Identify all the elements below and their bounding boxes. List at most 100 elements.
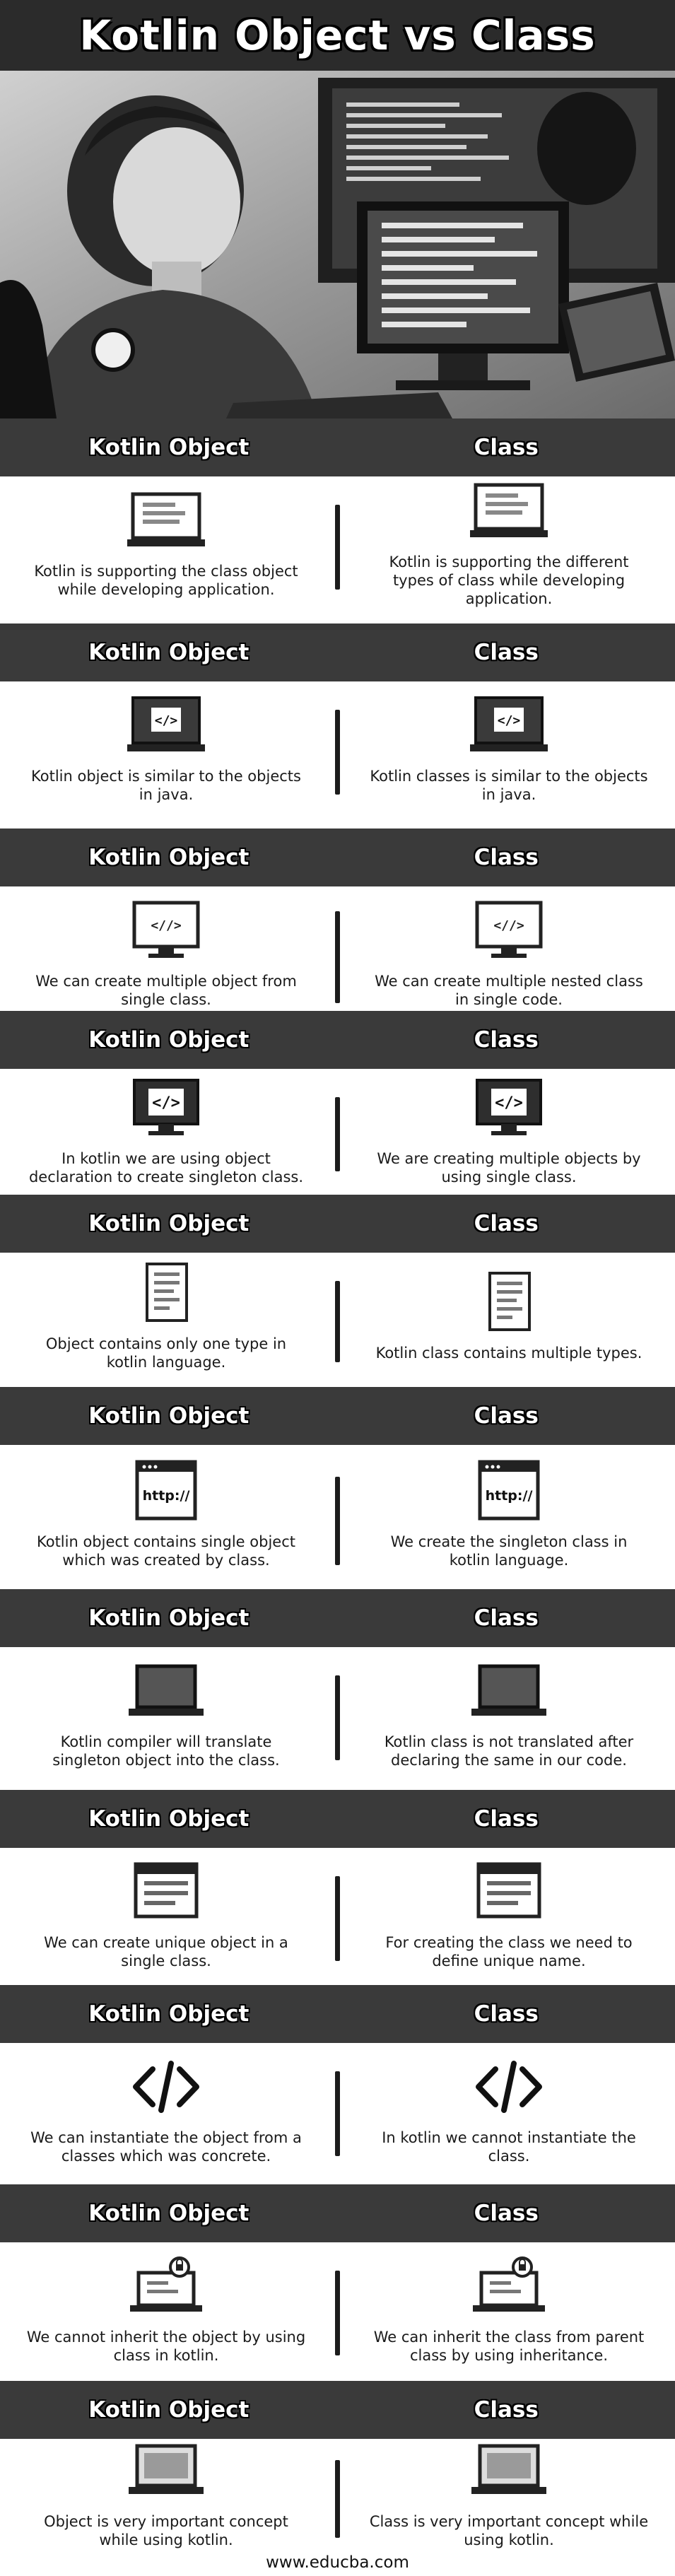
class-cell: </> Kotlin classes is similar to the obj…	[343, 681, 675, 816]
object-description: Kotlin is supporting the class object wh…	[34, 563, 298, 598]
object-description: We can create unique object in a single …	[44, 1934, 288, 1969]
row-divider	[335, 505, 340, 590]
class-cell: </> We are creating multiple objects by …	[343, 1069, 675, 1193]
header-class: Class	[474, 1806, 539, 1832]
object-cell: Object is very important concept while u…	[0, 2439, 332, 2548]
locked-laptop-icon	[470, 2254, 548, 2318]
class-description: In kotlin we cannot instantiate the clas…	[382, 2129, 636, 2165]
class-cell: For creating the class we need to define…	[343, 1848, 675, 1982]
comparison-row: <//> We can create multiple object from …	[0, 886, 675, 1021]
developer-at-computer-illustration	[0, 71, 675, 418]
comparison-header: Kotlin Object Class	[0, 1195, 675, 1253]
object-cell: Kotlin compiler will translate singleton…	[0, 1647, 332, 1781]
row-divider	[335, 1876, 340, 1961]
object-description: Object contains only one type in kotlin …	[45, 1335, 287, 1371]
object-description: In kotlin we are using object declaratio…	[28, 1149, 304, 1185]
object-cell: http:// Kotlin object contains single ob…	[0, 1445, 332, 1583]
header-class: Class	[474, 845, 539, 870]
object-cell: We can create unique object in a single …	[0, 1848, 332, 1982]
laptop-icon	[470, 1659, 548, 1723]
object-cell: We cannot inherit the object by using cl…	[0, 2242, 332, 2377]
header-class: Class	[474, 435, 539, 460]
comparison-row: Kotlin compiler will translate singleton…	[0, 1647, 675, 1781]
class-cell: We can inherit the class from parent cla…	[343, 2242, 675, 2377]
row-divider	[335, 1675, 340, 1760]
object-cell: <//> We can create multiple object from …	[0, 886, 332, 1021]
browser-window-icon	[470, 1860, 548, 1924]
header-class: Class	[474, 1403, 539, 1429]
header-class: Class	[474, 1605, 539, 1631]
header-kotlin-object: Kotlin Object	[88, 1403, 250, 1429]
object-description: Kotlin object is similar to the objects …	[31, 768, 301, 803]
header-class: Class	[474, 2397, 539, 2423]
header-kotlin-object: Kotlin Object	[88, 2397, 250, 2423]
header-kotlin-object: Kotlin Object	[88, 640, 250, 665]
class-cell: <//> We can create multiple nested class…	[343, 886, 675, 1021]
comparison-header: Kotlin Object Class	[0, 418, 675, 476]
comparison-row: Object is very important concept while u…	[0, 2439, 675, 2548]
class-description: Kotlin is supporting the different types…	[389, 554, 629, 607]
locked-laptop-icon	[127, 2254, 205, 2318]
comparison-row: </> Kotlin object is similar to the obje…	[0, 681, 675, 816]
document-laptop-icon	[470, 479, 548, 543]
comparison-row: We cannot inherit the object by using cl…	[0, 2242, 675, 2377]
header-kotlin-object: Kotlin Object	[88, 1027, 250, 1053]
class-description: For creating the class we need to define…	[385, 1934, 633, 1969]
class-description: Kotlin classes is similar to the objects…	[370, 768, 648, 803]
row-divider	[335, 2071, 340, 2156]
comparison-header: Kotlin Object Class	[0, 1011, 675, 1069]
class-description: We are creating multiple objects by usin…	[377, 1149, 641, 1185]
svg-text:<//>: <//>	[151, 918, 182, 933]
row-divider	[335, 710, 340, 795]
header-kotlin-object: Kotlin Object	[88, 2001, 250, 2027]
row-divider	[335, 1477, 340, 1565]
browser-window-icon	[127, 1860, 205, 1924]
class-cell: Kotlin class contains multiple types.	[343, 1253, 675, 1380]
object-cell: </> In kotlin we are using object declar…	[0, 1069, 332, 1193]
code-laptop-icon: </>	[127, 693, 205, 757]
comparison-header: Kotlin Object Class	[0, 829, 675, 886]
class-description: Class is very important concept while us…	[369, 2512, 649, 2548]
document-icon	[470, 1270, 548, 1334]
comparison-header: Kotlin Object Class	[0, 2184, 675, 2242]
row-divider	[335, 2271, 340, 2355]
row-divider	[335, 2460, 340, 2538]
row-divider	[335, 1097, 340, 1171]
row-divider	[335, 911, 340, 1003]
comparison-header: Kotlin Object Class	[0, 1985, 675, 2043]
header-kotlin-object: Kotlin Object	[88, 1806, 250, 1832]
comparison-header: Kotlin Object Class	[0, 1387, 675, 1445]
class-cell: Class is very important concept while us…	[343, 2439, 675, 2548]
comparison-header: Kotlin Object Class	[0, 1790, 675, 1848]
document-laptop-icon	[127, 488, 205, 552]
header-kotlin-object: Kotlin Object	[88, 2201, 250, 2226]
laptop-screen-icon	[470, 2439, 548, 2502]
class-description: Kotlin class is not translated after dec…	[384, 1733, 634, 1769]
class-description: We can inherit the class from parent cla…	[373, 2329, 645, 2364]
laptop-icon	[127, 1659, 205, 1723]
class-description: We can create multiple nested class in s…	[375, 973, 643, 1008]
code-monitor-icon: <//>	[127, 898, 205, 962]
http-window-icon: http://	[127, 1459, 205, 1523]
comparison-row: Object contains only one type in kotlin …	[0, 1253, 675, 1380]
page-title: Kotlin Object vs Class	[79, 11, 596, 59]
class-cell: Kotlin class is not translated after dec…	[343, 1647, 675, 1781]
header-class: Class	[474, 640, 539, 665]
svg-text:http://: http://	[143, 1488, 190, 1504]
header-class: Class	[474, 2001, 539, 2027]
code-brackets-icon	[470, 2055, 548, 2119]
title-bar: Kotlin Object vs Class	[0, 0, 675, 71]
document-icon	[127, 1261, 205, 1325]
comparison-row: Kotlin is supporting the class object wh…	[0, 476, 675, 611]
comparison-header: Kotlin Object Class	[0, 1589, 675, 1647]
svg-text:</>: </>	[498, 713, 521, 728]
comparison-row: We can instantiate the object from a cla…	[0, 2043, 675, 2177]
comparison-header: Kotlin Object Class	[0, 2381, 675, 2439]
comparison-row: We can create unique object in a single …	[0, 1848, 675, 1982]
class-cell: In kotlin we cannot instantiate the clas…	[343, 2043, 675, 2177]
footer-url: www.educba.com	[266, 2553, 409, 2572]
laptop-screen-icon	[127, 2439, 205, 2502]
code-brackets-icon	[127, 2055, 205, 2119]
svg-text:</>: </>	[155, 713, 178, 728]
svg-text:<//>: <//>	[493, 918, 524, 933]
